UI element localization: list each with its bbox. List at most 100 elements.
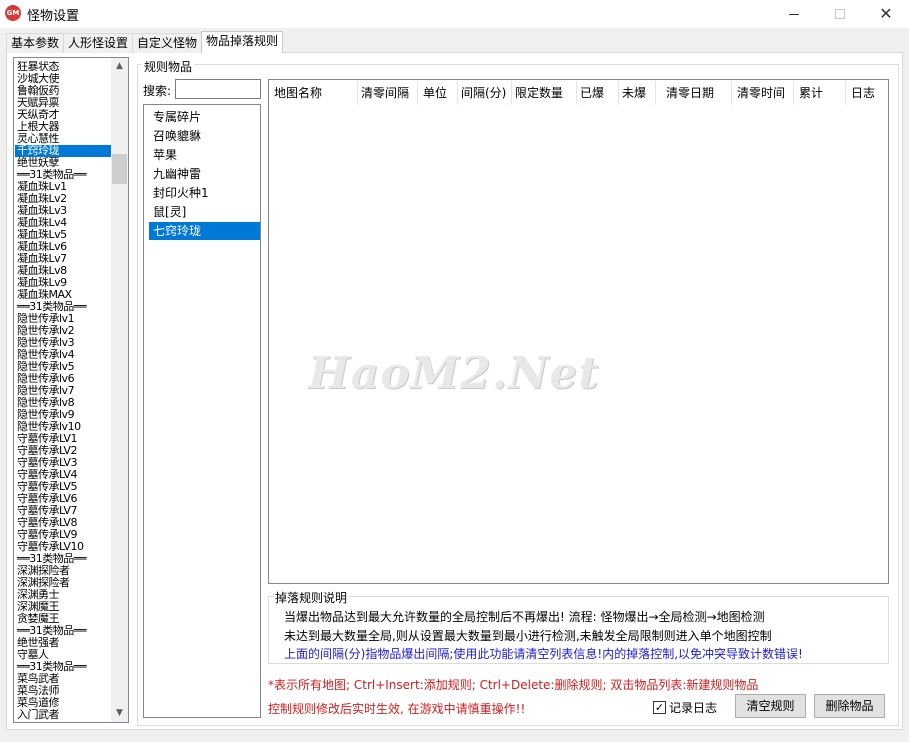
left-list-item[interactable]: 隐世传承lv6 xyxy=(15,373,111,385)
left-list-item[interactable]: 隐世传承lv3 xyxy=(15,337,111,349)
column-header[interactable]: 限定数量 xyxy=(515,85,563,101)
column-separator[interactable] xyxy=(357,81,358,105)
left-list-item[interactable]: 入门武者 xyxy=(15,709,111,721)
column-header[interactable]: 未爆 xyxy=(622,85,646,101)
tab-drop-rules[interactable]: 物品掉落规则 xyxy=(201,31,284,53)
left-list-item[interactable]: 贪婪魔王 xyxy=(15,613,111,625)
left-list-item[interactable]: 守墓传承LV6 xyxy=(15,493,111,505)
left-list-item[interactable]: 凝血珠MAX xyxy=(15,289,111,301)
left-list-item[interactable]: 隐世传承lv9 xyxy=(15,409,111,421)
left-list-item[interactable]: 凝血珠Lv5 xyxy=(15,229,111,241)
left-list-item[interactable]: 隐世传承lv10 xyxy=(15,421,111,433)
scroll-up-arrow-icon[interactable]: ▲ xyxy=(111,58,128,75)
column-separator[interactable] xyxy=(457,81,458,105)
column-header[interactable]: 累计 xyxy=(799,85,823,101)
left-list-item[interactable]: ══31类物品══ xyxy=(15,625,111,637)
scroll-down-arrow-icon[interactable]: ▼ xyxy=(111,705,128,722)
left-list-item[interactable]: 隐世传承lv7 xyxy=(15,385,111,397)
checkbox-check-icon[interactable]: ✓ xyxy=(653,701,666,714)
column-header[interactable]: 单位 xyxy=(423,85,447,101)
left-list-item[interactable]: 隐世传承lv5 xyxy=(15,361,111,373)
tab-basic-params[interactable]: 基本参数 xyxy=(6,33,65,53)
tab-custom-monster[interactable]: 自定义怪物 xyxy=(132,33,203,53)
column-header[interactable]: 间隔(分) xyxy=(461,85,506,101)
left-list-item[interactable]: 守墓传承LV3 xyxy=(15,457,111,469)
left-list-item[interactable]: 菜鸟道修 xyxy=(15,697,111,709)
column-separator[interactable] xyxy=(655,81,656,105)
left-list-item[interactable]: 凝血珠Lv8 xyxy=(15,265,111,277)
left-list-item[interactable]: 灵心慧性 xyxy=(15,133,111,145)
left-list-item[interactable]: 千窍玲珑 xyxy=(15,145,111,157)
rule-item-row[interactable]: 封印火种1 xyxy=(149,184,260,202)
column-header[interactable]: 清零间隔 xyxy=(361,85,409,101)
left-list-item[interactable]: 隐世传承lv8 xyxy=(15,397,111,409)
left-list-item[interactable]: 沙城大使 xyxy=(15,73,111,85)
left-list-scrollbar[interactable]: ▲ ▼ xyxy=(111,58,128,722)
column-separator[interactable] xyxy=(845,81,846,105)
left-list-item[interactable]: 凝血珠Lv4 xyxy=(15,217,111,229)
left-list-item[interactable]: 狂暴状态 xyxy=(15,61,111,73)
left-list-item[interactable]: ══31类物品══ xyxy=(15,301,111,313)
left-list-item[interactable]: 凝血珠Lv6 xyxy=(15,241,111,253)
left-list-item[interactable]: 菜鸟武者 xyxy=(15,673,111,685)
left-list-item[interactable]: 守墓传承LV8 xyxy=(15,517,111,529)
column-header[interactable]: 清零日期 xyxy=(666,85,714,101)
tab-humanoid-monster[interactable]: 人形怪设置 xyxy=(63,33,134,53)
left-list-item[interactable]: 守墓传承LV7 xyxy=(15,505,111,517)
column-separator[interactable] xyxy=(417,81,418,105)
delete-item-button[interactable]: 删除物品 xyxy=(814,694,885,718)
column-separator[interactable] xyxy=(511,81,512,105)
left-list-item[interactable]: 凝血珠Lv9 xyxy=(15,277,111,289)
scroll-thumb[interactable] xyxy=(112,154,127,184)
left-list-item[interactable]: 上根大器 xyxy=(15,121,111,133)
rule-item-row[interactable]: 召唤貔貅 xyxy=(149,127,260,145)
left-list-item[interactable]: ══31类物品══ xyxy=(15,661,111,673)
left-list-item[interactable]: 天赋异禀 xyxy=(15,97,111,109)
left-list-item[interactable]: 深渊魔王 xyxy=(15,601,111,613)
minimize-button[interactable] xyxy=(771,0,817,28)
left-list-item[interactable]: 守墓传承LV4 xyxy=(15,469,111,481)
left-list-item[interactable]: 守墓传承LV1 xyxy=(15,433,111,445)
left-list-item[interactable]: 凝血珠Lv2 xyxy=(15,193,111,205)
rule-item-row[interactable]: 七窍玲珑 xyxy=(149,222,260,240)
left-list-item[interactable]: 凝血珠Lv3 xyxy=(15,205,111,217)
left-list-item[interactable]: 凝血珠Lv7 xyxy=(15,253,111,265)
column-separator[interactable] xyxy=(793,81,794,105)
left-list-item[interactable]: 绝世妖孽 xyxy=(15,157,111,169)
close-button[interactable]: ✕ xyxy=(863,0,909,28)
rule-item-row[interactable]: 专属碎片 xyxy=(149,108,260,126)
column-header[interactable]: 地图名称 xyxy=(274,85,322,101)
rule-item-row[interactable]: 九幽神雷 xyxy=(149,165,260,183)
left-item-list[interactable]: 狂暴状态 沙城大使 鲁翰仮药 天赋异禀 天纵奇才 上根大器 灵心慧性 千窍玲珑 绝世妖孽 ══31… xyxy=(13,57,129,723)
left-list-item[interactable]: 守墓传承LV5 xyxy=(15,481,111,493)
left-list-item[interactable]: 鲁翰仮药 xyxy=(15,85,111,97)
rules-table[interactable]: 地图名称 清零间隔 单位 间隔(分) 限定数量 已爆 未爆 清零日期 清零时间 累计 日志 xyxy=(268,79,889,584)
column-header[interactable]: 清零时间 xyxy=(737,85,785,101)
maximize-button[interactable] xyxy=(817,0,863,28)
rule-item-list[interactable]: 专属碎片 召唤貔貅 苹果 九幽神雷 封印火种1 鼠[灵] 七窍玲珑 xyxy=(143,104,261,718)
left-list-item[interactable]: ══31类物品══ xyxy=(15,169,111,181)
column-separator[interactable] xyxy=(731,81,732,105)
left-list-item[interactable]: 守墓人 xyxy=(15,649,111,661)
column-separator[interactable] xyxy=(576,81,577,105)
left-list-item[interactable]: 天纵奇才 xyxy=(15,109,111,121)
left-list-item[interactable]: 深渊探险者 xyxy=(15,565,111,577)
clear-rules-button[interactable]: 清空规则 xyxy=(735,694,806,718)
left-list-item[interactable]: 深渊勇士 xyxy=(15,589,111,601)
search-input[interactable] xyxy=(175,79,261,99)
left-list-item[interactable]: 守墓传承LV2 xyxy=(15,445,111,457)
rule-item-row[interactable]: 鼠[灵] xyxy=(149,203,260,221)
left-list-item[interactable]: 守墓传承LV9 xyxy=(15,529,111,541)
column-header[interactable]: 已爆 xyxy=(580,85,604,101)
column-header[interactable]: 日志 xyxy=(851,85,875,101)
left-list-item[interactable]: 守墓传承LV10 xyxy=(15,541,111,553)
left-list-item[interactable]: 凝血珠Lv1 xyxy=(15,181,111,193)
left-list-item[interactable]: 隐世传承lv2 xyxy=(15,325,111,337)
rule-item-row[interactable]: 苹果 xyxy=(149,146,260,164)
left-list-item[interactable]: 绝世强者 xyxy=(15,637,111,649)
left-list-item[interactable]: ══31类物品══ xyxy=(15,553,111,565)
log-checkbox[interactable]: ✓ 记录日志 xyxy=(653,699,717,716)
left-list-item[interactable]: 隐世传承lv1 xyxy=(15,313,111,325)
left-list-item[interactable]: 深渊探险者 xyxy=(15,577,111,589)
left-list-item[interactable]: 菜鸟法师 xyxy=(15,685,111,697)
